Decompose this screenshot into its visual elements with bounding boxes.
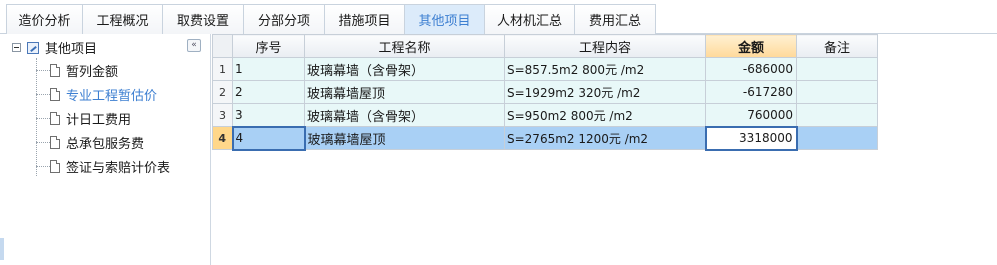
- tab-labor-material-summary[interactable]: 人材机汇总: [485, 4, 575, 34]
- document-icon: [50, 135, 60, 149]
- tab-fee-settings[interactable]: 取费设置: [163, 4, 244, 34]
- seq-cell[interactable]: 4: [231, 125, 306, 151]
- remark-cell[interactable]: [796, 126, 878, 150]
- column-header-name[interactable]: 工程名称: [304, 34, 505, 58]
- grid-header-row: 序号 工程名称 工程内容 金额 备注: [212, 34, 878, 58]
- tree-item-provisional-sum[interactable]: 暂列金额: [36, 60, 118, 80]
- remark-cell[interactable]: [796, 103, 878, 127]
- panel-edge-marker: [0, 238, 4, 260]
- content-cell[interactable]: S=1929m2 320元 /m2: [504, 80, 706, 104]
- row-number-cell[interactable]: 2: [212, 80, 233, 104]
- grid-corner-cell[interactable]: [212, 34, 233, 58]
- tab-other-items[interactable]: 其他项目: [405, 4, 485, 34]
- column-header-content[interactable]: 工程内容: [504, 34, 706, 58]
- collapse-tree-icon[interactable]: [12, 43, 21, 52]
- table-row[interactable]: 2 2 玻璃幕墙屋顶 S=1929m2 320元 /m2 -617280: [212, 80, 878, 104]
- tree-item-visa-claim-pricing[interactable]: 签证与索赔计价表: [36, 156, 170, 176]
- column-header-remark[interactable]: 备注: [796, 34, 878, 58]
- document-icon: [50, 111, 60, 125]
- row-number-cell[interactable]: 4: [212, 126, 233, 150]
- table-row[interactable]: 1 1 玻璃幕墙（含骨架） S=857.5m2 800元 /m2 -686000: [212, 57, 878, 81]
- amount-cell[interactable]: 3318000: [704, 125, 798, 151]
- amount-cell[interactable]: -617280: [705, 80, 797, 104]
- tree-item-label: 计日工费用: [66, 112, 132, 128]
- tree-root-label: 其他项目: [45, 42, 98, 57]
- content-cell[interactable]: S=857.5m2 800元 /m2: [504, 57, 706, 81]
- row-number-cell[interactable]: 1: [212, 57, 233, 81]
- column-header-seq[interactable]: 序号: [232, 34, 305, 58]
- name-cell[interactable]: 玻璃幕墙（含骨架）: [304, 57, 505, 81]
- tab-cost-analysis[interactable]: 造价分析: [6, 4, 83, 34]
- remark-cell[interactable]: [796, 57, 878, 81]
- folder-edit-icon: [27, 41, 39, 54]
- document-icon: [50, 63, 60, 77]
- tree-item-label: 签证与索赔计价表: [66, 160, 171, 176]
- name-cell[interactable]: 玻璃幕墙屋顶: [304, 126, 505, 150]
- tab-measure-items[interactable]: 措施项目: [325, 4, 405, 34]
- content-cell[interactable]: S=950m2 800元 /m2: [504, 103, 706, 127]
- tab-project-overview[interactable]: 工程概况: [83, 4, 163, 34]
- seq-cell[interactable]: 1: [232, 57, 305, 81]
- tree-item-specialty-provisional-estimate[interactable]: 专业工程暂估价: [36, 84, 157, 104]
- amount-cell[interactable]: -686000: [705, 57, 797, 81]
- amount-cell[interactable]: 760000: [705, 103, 797, 127]
- document-icon: [50, 87, 60, 101]
- tab-cost-summary[interactable]: 费用汇总: [575, 4, 656, 34]
- column-header-amount[interactable]: 金额: [705, 34, 797, 58]
- seq-cell[interactable]: 3: [232, 103, 305, 127]
- name-cell[interactable]: 玻璃幕墙（含骨架）: [304, 103, 505, 127]
- table-row-selected[interactable]: 4 4 玻璃幕墙屋顶 S=2765m2 1200元 /m2 3318000: [212, 125, 878, 151]
- tab-division-items[interactable]: 分部分项: [244, 4, 325, 34]
- tree-item-general-contracting-fee[interactable]: 总承包服务费: [36, 132, 144, 152]
- seq-cell[interactable]: 2: [232, 80, 305, 104]
- other-items-tree-panel: « 其他项目 暂列金额 专业工程暂估价 计日工费用 总承包服务费 签证与索赔计价…: [0, 34, 211, 265]
- collapse-panel-button[interactable]: «: [187, 39, 201, 52]
- specialty-estimate-grid: 序号 工程名称 工程内容 金额 备注 1 1 玻璃幕墙（含骨架） S=857.5…: [212, 34, 878, 151]
- tree-item-label: 总承包服务费: [66, 136, 145, 152]
- tree-item-label: 暂列金额: [66, 64, 119, 80]
- document-icon: [50, 159, 60, 173]
- module-tab-bar: 造价分析 工程概况 取费设置 分部分项 措施项目 其他项目 人材机汇总 费用汇总: [0, 0, 997, 34]
- tree-root-other-items[interactable]: 其他项目: [12, 39, 98, 57]
- content-cell[interactable]: S=2765m2 1200元 /m2: [504, 126, 706, 150]
- remark-cell[interactable]: [796, 80, 878, 104]
- tree-item-daywork-cost[interactable]: 计日工费用: [36, 108, 131, 128]
- row-number-cell[interactable]: 3: [212, 103, 233, 127]
- table-row[interactable]: 3 3 玻璃幕墙（含骨架） S=950m2 800元 /m2 760000: [212, 103, 878, 127]
- tree-item-label: 专业工程暂估价: [66, 88, 158, 104]
- name-cell[interactable]: 玻璃幕墙屋顶: [304, 80, 505, 104]
